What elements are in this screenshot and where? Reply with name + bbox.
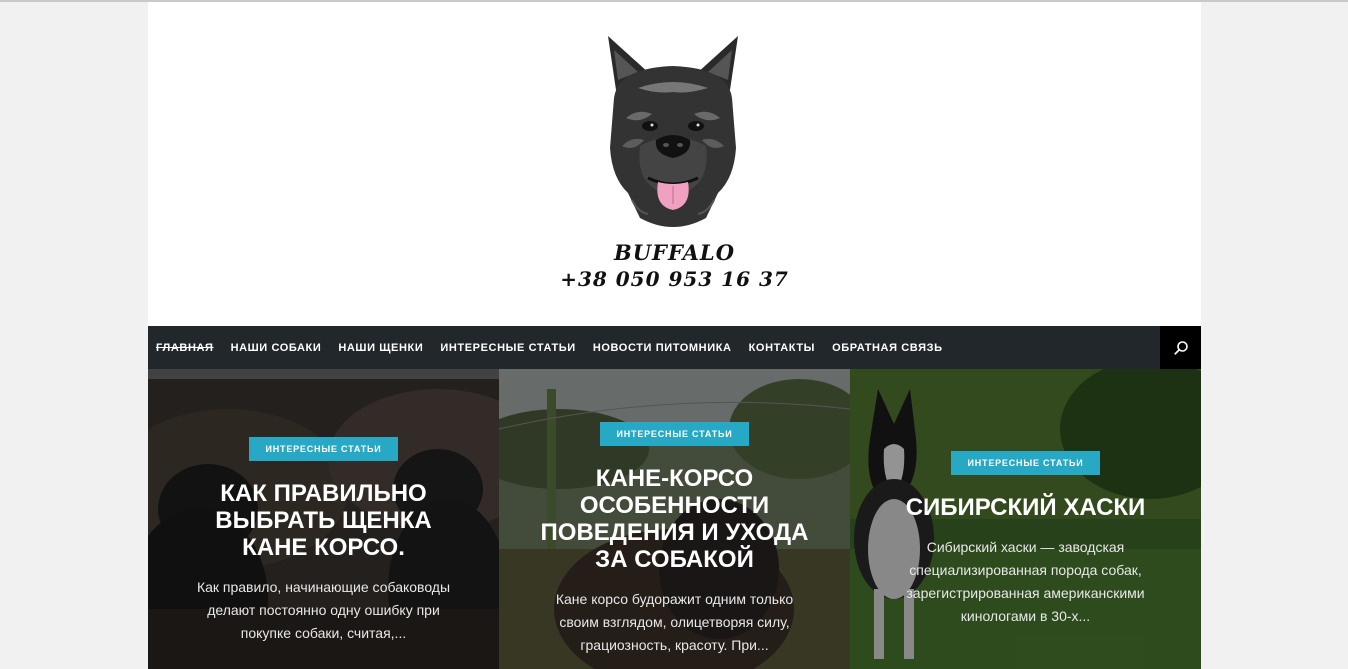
card-content: ИНТЕРЕСНЫЕ СТАТЬИ СИБИРСКИЙ ХАСКИ Сибирс…	[850, 451, 1201, 628]
search-button[interactable]	[1160, 326, 1201, 369]
nav-item-home[interactable]: ГЛАВНАЯ	[156, 342, 214, 354]
card-content: ИНТЕРЕСНЫЕ СТАТЬИ КАНЕ-КОРСО ОСОБЕННОСТИ…	[499, 422, 850, 657]
card-title[interactable]: СИБИРСКИЙ ХАСКИ	[890, 494, 1161, 521]
card-excerpt: Как правило, начинающие собаководы делаю…	[196, 579, 451, 641]
nav-item-articles[interactable]: ИНТЕРЕСНЫЕ СТАТЬИ	[440, 342, 575, 354]
category-badge[interactable]: ИНТЕРЕСНЫЕ СТАТЬИ	[951, 451, 1100, 475]
card-title[interactable]: КАНЕ-КОРСО ОСОБЕННОСТИ ПОВЕДЕНИЯ И УХОДА…	[539, 465, 810, 573]
site-container: BUFFALO +38 050 953 16 37 ГЛАВНАЯ НАШИ С…	[148, 2, 1201, 669]
nav-item-contacts[interactable]: КОНТАКТЫ	[749, 342, 815, 354]
main-navigation: ГЛАВНАЯ НАШИ СОБАКИ НАШИ ЩЕНКИ ИНТЕРЕСНЫ…	[148, 326, 1201, 369]
nav-item-feedback[interactable]: ОБРАТНАЯ СВЯЗЬ	[832, 342, 943, 354]
nav-item-our-puppies[interactable]: НАШИ ЩЕНКИ	[338, 342, 423, 354]
category-badge[interactable]: ИНТЕРЕСНЫЕ СТАТЬИ	[249, 437, 398, 461]
search-icon	[1173, 340, 1188, 355]
cane-corso-head-logo-icon[interactable]	[578, 28, 768, 238]
featured-post-card[interactable]: ИНТЕРЕСНЫЕ СТАТЬИ СИБИРСКИЙ ХАСКИ Сибирс…	[850, 369, 1201, 669]
card-content: ИНТЕРЕСНЫЕ СТАТЬИ КАК ПРАВИЛЬНО ВЫБРАТЬ …	[148, 437, 499, 645]
nav-item-kennel-news[interactable]: НОВОСТИ ПИТОМНИКА	[593, 342, 732, 354]
featured-post-card[interactable]: ИНТЕРЕСНЫЕ СТАТЬИ КАК ПРАВИЛЬНО ВЫБРАТЬ …	[148, 369, 499, 669]
card-title[interactable]: КАК ПРАВИЛЬНО ВЫБРАТЬ ЩЕНКА КАНЕ КОРСО.	[188, 480, 459, 561]
card-excerpt: Сибирский хаски — заводская специализиро…	[906, 539, 1145, 624]
site-header: BUFFALO +38 050 953 16 37	[148, 2, 1201, 326]
nav-item-our-dogs[interactable]: НАШИ СОБАКИ	[231, 342, 322, 354]
featured-posts: ИНТЕРЕСНЫЕ СТАТЬИ КАК ПРАВИЛЬНО ВЫБРАТЬ …	[148, 369, 1201, 669]
category-badge[interactable]: ИНТЕРЕСНЫЕ СТАТЬИ	[600, 422, 749, 446]
brand-name: BUFFALO	[613, 240, 735, 265]
card-excerpt: Кане корсо будоражит одним только своим …	[555, 591, 794, 653]
brand-phone: +38 050 953 16 37	[560, 267, 789, 291]
featured-post-card[interactable]: ИНТЕРЕСНЫЕ СТАТЬИ КАНЕ-КОРСО ОСОБЕННОСТИ…	[499, 369, 850, 669]
